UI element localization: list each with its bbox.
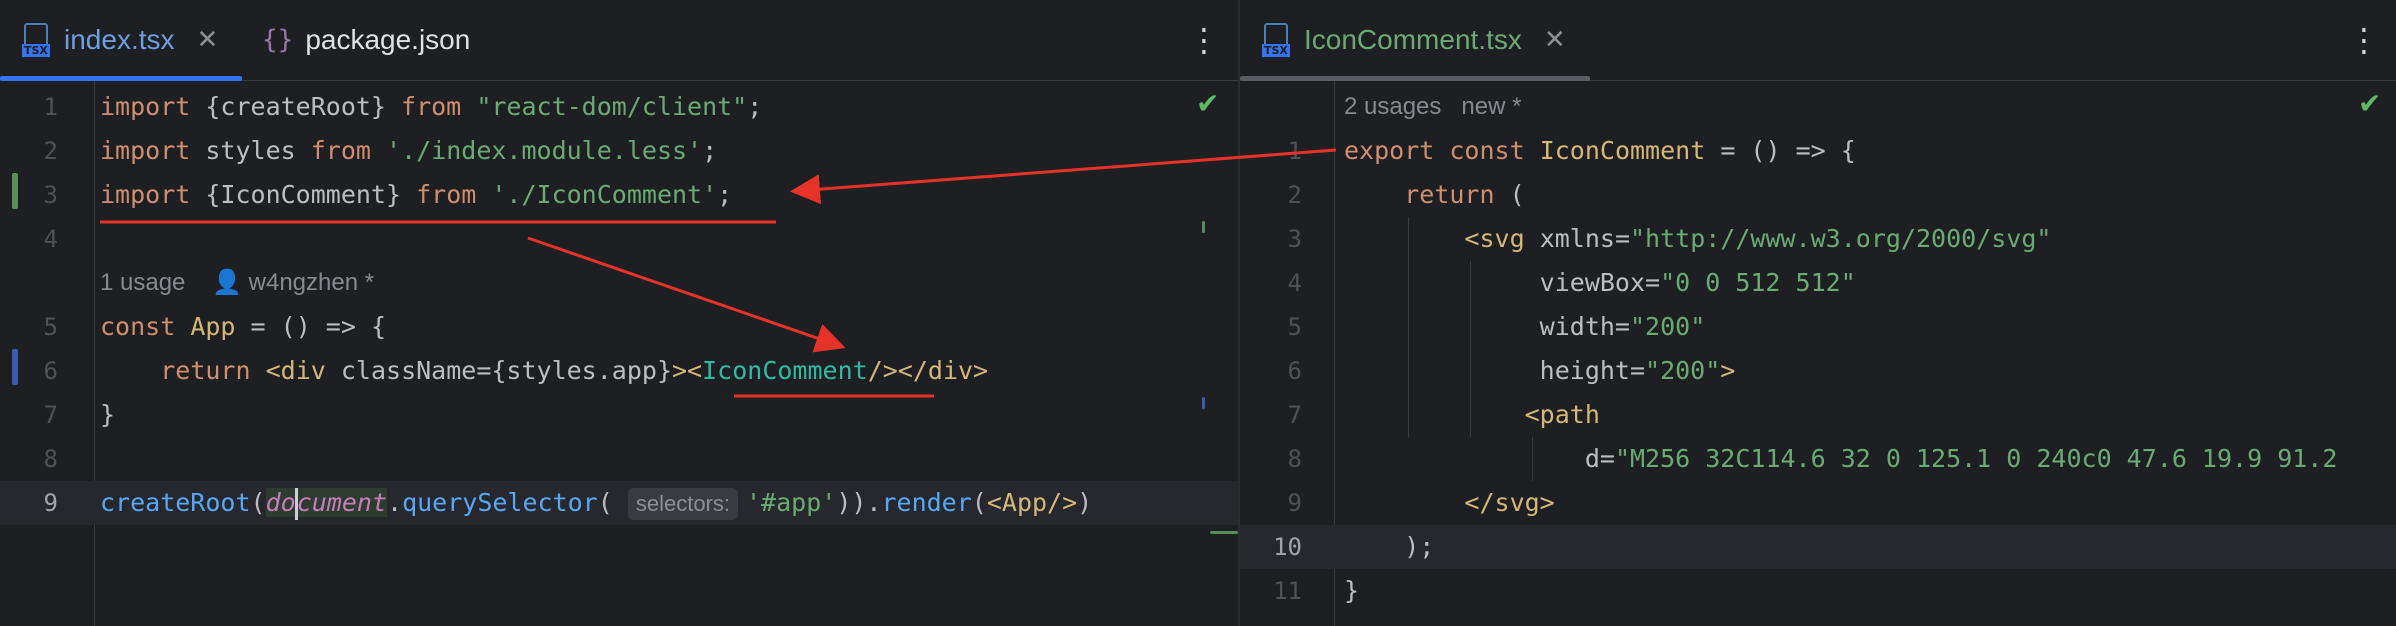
code-text: } [1344,576,1360,605]
left-tab-bar: TSX index.tsx ✕ {} package.json ⋮ [0,0,1238,81]
code-line: 11 } [1240,569,2396,613]
code-line: 6 height="200"> [1240,349,2396,393]
line-number: 6 [1287,357,1302,385]
usages-link[interactable]: 1 usage [100,269,185,296]
line-number: 2 [1287,181,1302,209]
current-code-line: 9 createRoot(document.querySelector( sel… [0,481,1238,525]
code-line: 5 const App = () => { [0,305,1238,349]
tsx-file-icon: TSX [1262,23,1294,57]
code-text: import styles from './index.module.less'… [100,136,718,165]
code-line: 3 <svg xmlns="http://www.w3.org/2000/svg… [1240,217,2396,261]
code-text: } [100,400,116,429]
code-line: 7 <path [1240,393,2396,437]
usages-hint[interactable]: 2 usages new * [1344,85,1521,129]
line-number: 8 [1287,445,1302,473]
json-file-icon: {} [262,25,294,55]
code-line: 2 import styles from './index.module.les… [0,129,1238,173]
code-line: 5 width="200" [1240,305,2396,349]
code-line: 1 export const IconComment = () => { [1240,129,2396,173]
line-number: 1 [1287,137,1302,165]
code-line: 9 </svg> [1240,481,2396,525]
right-editor-pane: TSX IconComment.tsx ✕ ⋮ ✔ 2 usages new *… [1240,0,2396,626]
line-number: 1 [43,93,58,121]
author-hint: w4ngzhen * [248,269,375,296]
line-number: 9 [43,489,58,517]
right-tab-bar: TSX IconComment.tsx ✕ ⋮ [1240,0,2396,81]
code-line: 1 import {createRoot} from "react-dom/cl… [0,85,1238,129]
code-line: 8 d="M256 32C114.6 32 0 125.1 0 240c0 47… [1240,437,2396,481]
code-text: export const IconComment = () => { [1344,136,1856,165]
usages-hint[interactable]: 1 usage 👤 w4ngzhen * [100,261,374,305]
tab-label: package.json [305,24,471,55]
author-hint: new * [1461,93,1522,120]
tsx-file-icon: TSX [22,23,54,57]
code-text: d="M256 32C114.6 32 0 125.1 0 240c0 47.6… [1344,444,2338,473]
left-code-editor[interactable]: ✔ 1 import {createRoot} from "react-dom/… [0,81,1238,626]
line-number: 9 [1287,489,1302,517]
usages-link[interactable]: 2 usages [1344,93,1441,120]
close-icon[interactable]: ✕ [1544,25,1566,55]
code-text: ); [1344,532,1435,561]
more-options-icon[interactable]: ⋮ [2348,18,2380,62]
code-text: viewBox="0 0 512 512" [1344,268,1856,297]
more-options-icon[interactable]: ⋮ [1188,18,1220,62]
tab-index-tsx[interactable]: TSX index.tsx ✕ [0,0,243,81]
line-number: 2 [43,137,58,165]
line-number: 6 [43,357,58,385]
code-line: 7 } [0,393,1238,437]
code-line: 8 [0,437,1238,481]
line-number: 4 [1287,269,1302,297]
text-cursor [294,488,298,520]
right-code-editor[interactable]: ✔ 2 usages new * 1 export const IconComm… [1240,81,2396,626]
code-text: return ( [1404,180,1525,209]
code-text: <path [1524,400,1600,429]
line-number: 3 [1287,225,1302,253]
line-number: 8 [43,445,58,473]
code-line: 4 viewBox="0 0 512 512" [1240,261,2396,305]
left-editor-pane: TSX index.tsx ✕ {} package.json ⋮ ✔ 1 im… [0,0,1238,626]
line-number: 5 [43,313,58,341]
close-icon[interactable]: ✕ [197,25,219,55]
user-icon: 👤 [212,269,242,296]
line-number: 3 [43,181,58,209]
code-line: 3 import {IconComment} from './IconComme… [0,173,1238,217]
code-text: const App = () => { [100,312,386,341]
code-text: </svg> [1464,488,1555,517]
tab-package-json[interactable]: {} package.json [262,0,470,80]
code-text: <svg xmlns="http://www.w3.org/2000/svg" [1464,224,2052,253]
tab-iconcomment-tsx[interactable]: TSX IconComment.tsx ✕ [1240,0,1590,81]
code-text: height="200"> [1344,356,1736,385]
tab-label: index.tsx [64,24,175,55]
code-text: return <div className={styles.app}><Icon… [160,356,989,385]
code-line: 4 [0,217,1238,261]
code-text: import {createRoot} from "react-dom/clie… [100,92,763,121]
line-number: 7 [43,401,58,429]
tab-label: IconComment.tsx [1304,24,1522,55]
code-text: width="200" [1344,312,1706,341]
scroll-marker [1210,531,1238,534]
code-line: 2 return ( [1240,173,2396,217]
line-number: 11 [1273,577,1302,605]
line-number: 10 [1273,533,1302,561]
line-number: 5 [1287,313,1302,341]
current-code-line: 10 ); [1240,525,2396,569]
line-number: 4 [43,225,58,253]
line-number: 7 [1287,401,1302,429]
code-text: createRoot(document.querySelector( selec… [100,481,1092,525]
code-line: 6 return <div className={styles.app}><Ic… [0,349,1238,393]
no-problems-check-icon[interactable]: ✔ [2358,87,2381,120]
parameter-hint: selectors: [627,488,738,520]
code-text: import {IconComment} from './IconComment… [100,180,733,209]
